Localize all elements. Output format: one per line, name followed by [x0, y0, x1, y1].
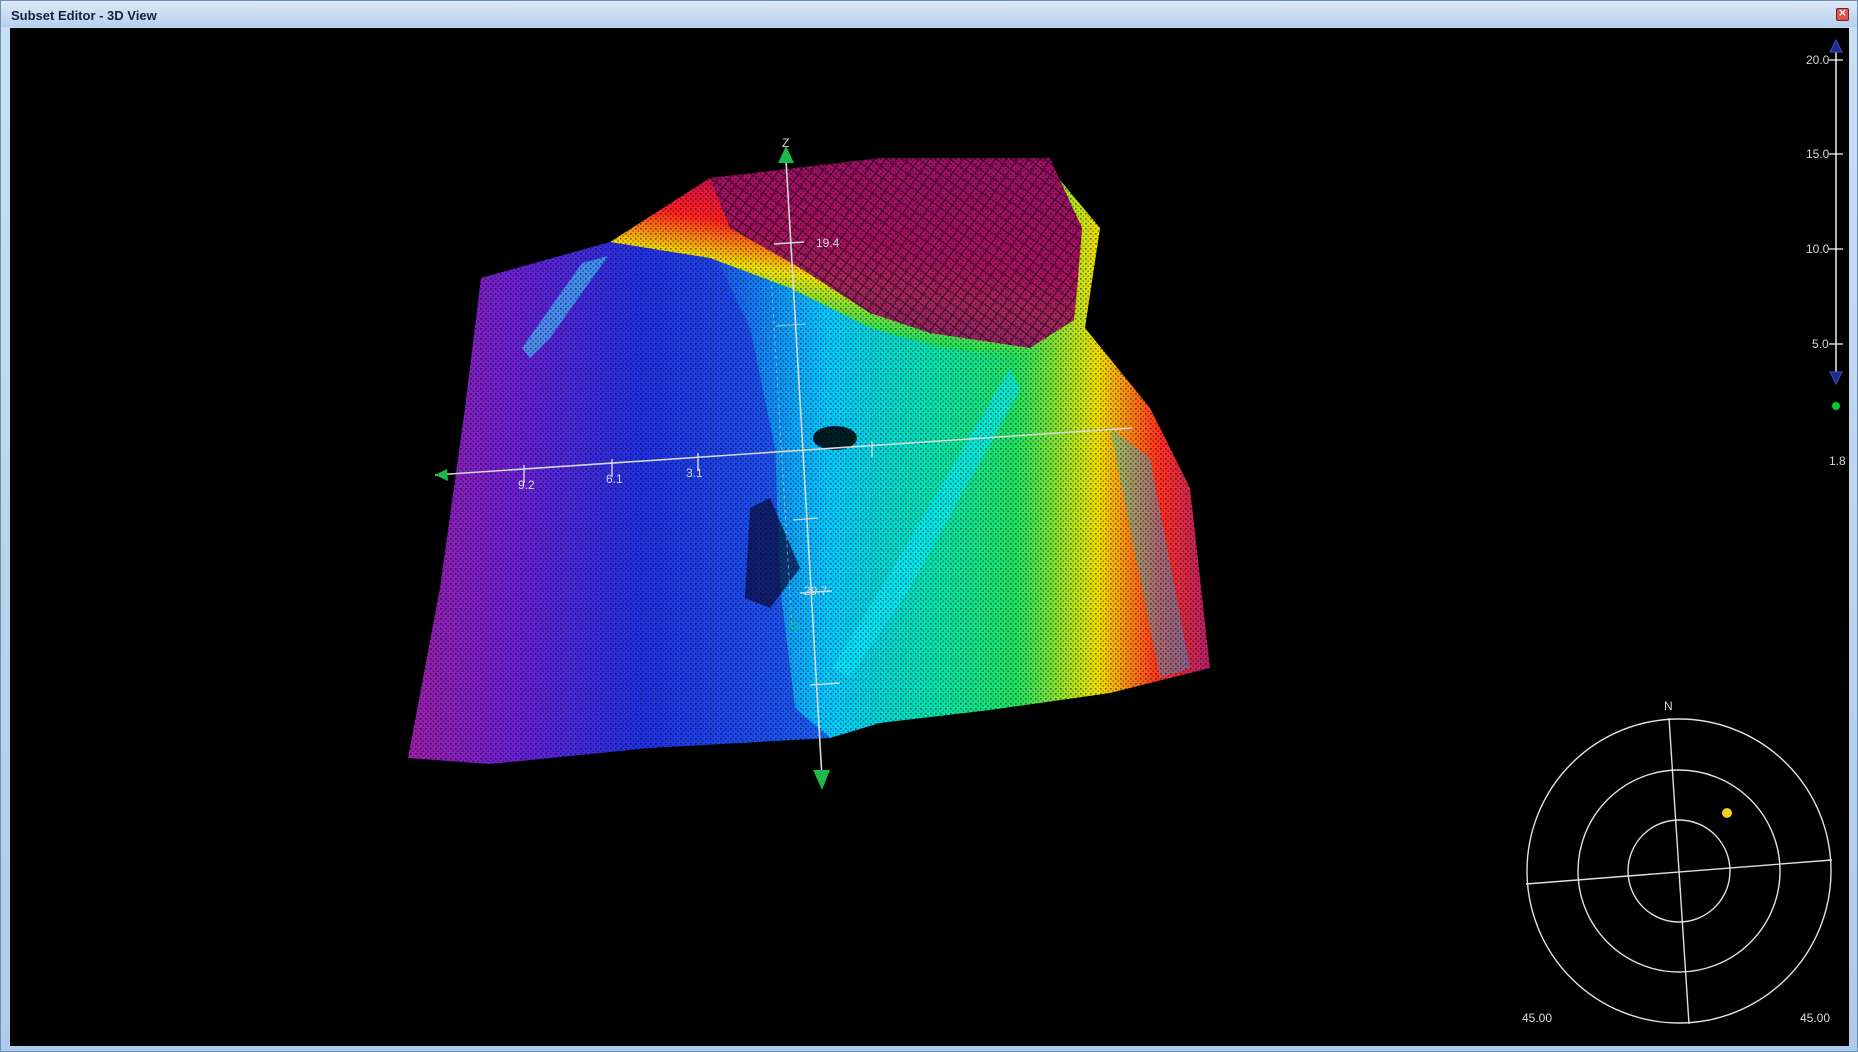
x-tick-label: 6.1: [606, 472, 623, 486]
sun-position-icon[interactable]: [1722, 808, 1732, 818]
close-icon: ×: [1837, 6, 1848, 19]
depth-tick-label: 19.4: [816, 236, 840, 250]
scale-tick-label: 10.0: [1806, 242, 1830, 256]
window-title: Subset Editor - 3D View: [11, 8, 157, 23]
scale-tick-label: 15.0: [1806, 147, 1830, 161]
vertical-scale-slider[interactable]: 20.0 15.0 10.0 5.0 1.8: [1806, 38, 1846, 468]
x-axis-arrow-icon[interactable]: [435, 469, 448, 481]
z-axis-bottom-arrow-icon[interactable]: [813, 770, 830, 790]
light-compass[interactable]: N 45.00 45.00: [1522, 699, 1833, 1025]
compass-right-angle: 45.00: [1800, 1011, 1830, 1025]
scale-current-value: 1.8: [1829, 454, 1846, 468]
z-axis-label: Z: [782, 136, 789, 150]
close-button[interactable]: ×: [1836, 6, 1849, 21]
scale-down-arrow-icon[interactable]: [1829, 371, 1843, 386]
depth-tick-label: 29.7: [804, 584, 828, 598]
point-cloud-surface[interactable]: [408, 158, 1210, 764]
scale-up-arrow-icon[interactable]: [1829, 38, 1843, 53]
title-bar[interactable]: Subset Editor - 3D View ×: [1, 1, 1857, 27]
scale-tick-label: 20.0: [1806, 53, 1830, 67]
scale-tick-label: 5.0: [1812, 337, 1829, 351]
scale-handle[interactable]: [1832, 402, 1840, 410]
x-tick-label: 3.1: [686, 466, 703, 480]
subset-editor-window: Subset Editor - 3D View × 9.2 6.1 3.1 Z …: [0, 0, 1858, 1052]
3d-scene[interactable]: 9.2 6.1 3.1 Z 19.4 29.7 20.0 15.0 10.0 5…: [10, 28, 1849, 1046]
x-tick-label: 9.2: [518, 478, 535, 492]
compass-left-angle: 45.00: [1522, 1011, 1552, 1025]
3d-viewport[interactable]: 9.2 6.1 3.1 Z 19.4 29.7 20.0 15.0 10.0 5…: [10, 28, 1849, 1046]
compass-north-label: N: [1664, 699, 1673, 713]
